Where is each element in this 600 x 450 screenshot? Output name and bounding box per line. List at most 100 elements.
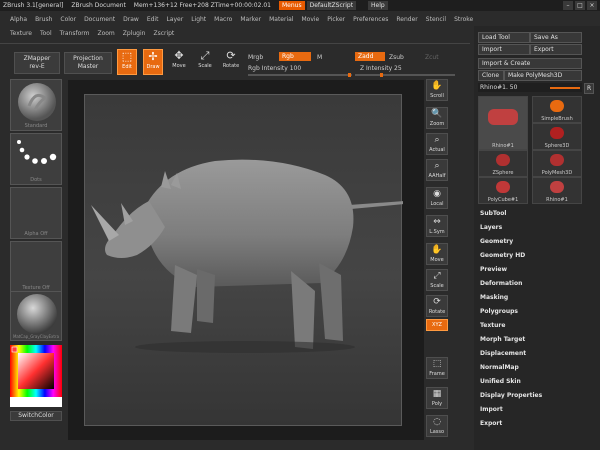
- menu-edit[interactable]: Edit: [147, 16, 159, 23]
- shelf-rotate-button[interactable]: ⟳ Rotate: [426, 295, 448, 317]
- maximize-icon[interactable]: □: [575, 1, 585, 10]
- shelf-actual-button[interactable]: ⌕ Actual: [426, 133, 448, 155]
- section-import[interactable]: Import: [480, 406, 594, 413]
- shelf-aahalf-button[interactable]: ⌕ AAHalf: [426, 159, 448, 181]
- menu-color[interactable]: Color: [60, 16, 76, 23]
- zmapper-button[interactable]: ZMapper rev-E: [14, 52, 60, 74]
- menu-light[interactable]: Light: [191, 16, 206, 23]
- section-polygroups[interactable]: Polygroups: [480, 308, 594, 315]
- section-displacement[interactable]: Displacement: [480, 350, 594, 357]
- menu-alpha[interactable]: Alpha: [10, 16, 27, 23]
- help-button[interactable]: Help: [368, 1, 388, 10]
- z-intensity-knob[interactable]: [380, 73, 383, 77]
- z-intensity-slider[interactable]: [355, 73, 455, 77]
- menu-preferences[interactable]: Preferences: [353, 16, 388, 23]
- close-icon[interactable]: ×: [587, 1, 597, 10]
- section-layers[interactable]: Layers: [480, 224, 594, 231]
- section-subtool[interactable]: SubTool: [480, 210, 594, 217]
- menu-marker[interactable]: Marker: [240, 16, 261, 23]
- import-button[interactable]: Import: [478, 44, 530, 55]
- make-polymesh-button[interactable]: Make PolyMesh3D: [504, 70, 582, 81]
- shelf-move-button[interactable]: ✋ Move: [426, 243, 448, 265]
- zsub-button[interactable]: Zsub: [389, 54, 404, 61]
- menu-layer[interactable]: Layer: [166, 16, 183, 23]
- menus-button[interactable]: Menus: [279, 1, 305, 10]
- alpha-thumbnail[interactable]: Alpha Off: [10, 187, 62, 239]
- shelf-poly-button[interactable]: ▦ Poly: [426, 387, 448, 409]
- save-as-button[interactable]: Save As: [530, 32, 582, 43]
- shelf-frame-button[interactable]: ⬚ Frame: [426, 357, 448, 379]
- document-area[interactable]: [84, 94, 405, 427]
- brush-thumbnail[interactable]: Standard: [10, 79, 62, 131]
- menu-macro[interactable]: Macro: [214, 16, 232, 23]
- tool-thumb-rhino1[interactable]: Rhino#1: [532, 177, 582, 204]
- move-button[interactable]: ✥ Move: [169, 49, 189, 75]
- section-deformation[interactable]: Deformation: [480, 280, 594, 287]
- section-masking[interactable]: Masking: [480, 294, 594, 301]
- default-zscript-button[interactable]: DefaultZScript: [306, 1, 357, 10]
- m-button[interactable]: M: [317, 54, 322, 61]
- menu-tool[interactable]: Tool: [40, 30, 52, 37]
- menu-stroke[interactable]: Stroke: [454, 16, 473, 23]
- shelf-zoom-button[interactable]: 🔍 Zoom: [426, 107, 448, 129]
- r-button[interactable]: R: [584, 83, 594, 94]
- menu-stencil[interactable]: Stencil: [426, 16, 446, 23]
- projection-master-button[interactable]: Projection Master: [64, 52, 112, 74]
- shelf-scale-button[interactable]: ⤢ Scale: [426, 269, 448, 291]
- menu-transform[interactable]: Transform: [60, 30, 90, 37]
- rgb-button[interactable]: Rgb: [279, 52, 311, 61]
- current-tool-slider[interactable]: Rhino#1. 50: [478, 83, 582, 92]
- stroke-thumbnail[interactable]: Dots: [10, 133, 62, 185]
- rhino-model[interactable]: [85, 95, 405, 427]
- menu-picker[interactable]: Picker: [327, 16, 345, 23]
- draw-button[interactable]: ✢ Draw: [143, 49, 163, 75]
- shelf-local-button[interactable]: ◉ Local: [426, 187, 448, 209]
- load-tool-button[interactable]: Load Tool: [478, 32, 530, 43]
- menu-zscript[interactable]: Zscript: [153, 30, 174, 37]
- section-geometry-hd[interactable]: Geometry HD: [480, 252, 594, 259]
- edit-button[interactable]: ⬚ Edit: [117, 49, 137, 75]
- shelf-lsym-button[interactable]: ⇔ L.Sym: [426, 215, 448, 237]
- minimize-icon[interactable]: –: [563, 1, 573, 10]
- section-unified-skin[interactable]: Unified Skin: [480, 378, 594, 385]
- clone-button[interactable]: Clone: [478, 70, 504, 81]
- section-preview[interactable]: Preview: [480, 266, 594, 273]
- menu-material[interactable]: Material: [269, 16, 293, 23]
- menu-draw[interactable]: Draw: [123, 16, 139, 23]
- texture-thumbnail[interactable]: Texture Off: [10, 241, 62, 293]
- rotate-button[interactable]: ⟳ Rotate: [221, 49, 241, 75]
- tool-thumb-zsphere[interactable]: ZSphere: [478, 150, 528, 177]
- tool-thumb-sphere3d[interactable]: Sphere3D: [532, 123, 582, 150]
- section-geometry[interactable]: Geometry: [480, 238, 594, 245]
- import-create-button[interactable]: Import & Create: [478, 58, 582, 69]
- material-thumbnail[interactable]: MatCap_GrayClayExtra: [10, 291, 62, 341]
- rgb-intensity-knob[interactable]: [348, 73, 351, 77]
- menu-movie[interactable]: Movie: [301, 16, 319, 23]
- zcut-button[interactable]: Zcut: [425, 54, 439, 61]
- shelf-lasso-button[interactable]: ◌ Lasso: [426, 415, 448, 437]
- shelf-scroll-button[interactable]: ✋ Scroll: [426, 79, 448, 101]
- section-morph-target[interactable]: Morph Target: [480, 336, 594, 343]
- color-picker[interactable]: [10, 345, 62, 407]
- canvas[interactable]: [68, 80, 424, 440]
- rgb-intensity-slider[interactable]: [248, 73, 352, 77]
- scale-button[interactable]: ⤢ Scale: [195, 49, 215, 75]
- shelf-xyz-button[interactable]: XYZ: [426, 319, 448, 331]
- tool-thumb-rhino1[interactable]: Rhino#1: [478, 96, 528, 150]
- section-display-properties[interactable]: Display Properties: [480, 392, 594, 399]
- zadd-button[interactable]: Zadd: [355, 52, 385, 61]
- section-normalmap[interactable]: NormalMap: [480, 364, 594, 371]
- section-texture[interactable]: Texture: [480, 322, 594, 329]
- section-export[interactable]: Export: [480, 420, 594, 427]
- tool-thumb-simplebrush[interactable]: SimpleBrush: [532, 96, 582, 123]
- tool-thumb-polycube1[interactable]: PolyCube#1: [478, 177, 528, 204]
- menu-render[interactable]: Render: [396, 16, 417, 23]
- menu-zplugin[interactable]: Zplugin: [123, 30, 146, 37]
- menu-brush[interactable]: Brush: [35, 16, 52, 23]
- export-button[interactable]: Export: [530, 44, 582, 55]
- switch-color-button[interactable]: SwitchColor: [10, 411, 62, 421]
- mrgb-button[interactable]: Mrgb: [248, 54, 263, 61]
- menu-texture[interactable]: Texture: [10, 30, 32, 37]
- menu-zoom[interactable]: Zoom: [97, 30, 114, 37]
- menu-document[interactable]: Document: [84, 16, 115, 23]
